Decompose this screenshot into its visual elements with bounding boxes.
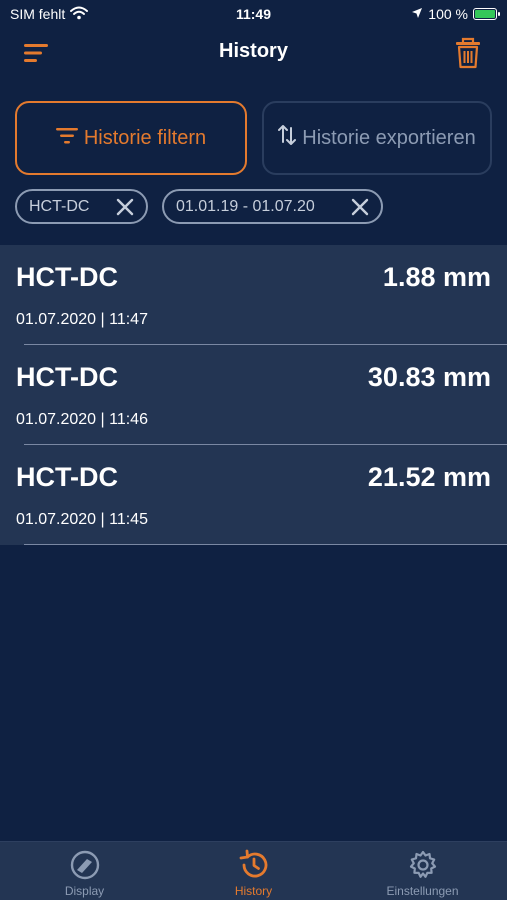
measurement-device: HCT-DC xyxy=(16,462,118,492)
list-item[interactable]: HCT-DC 21.52 mm 01.07.2020 | 11:45 xyxy=(0,445,507,545)
filter-chip-label: 01.01.19 - 01.07.20 xyxy=(176,197,315,215)
measurement-device: HCT-DC xyxy=(16,262,118,292)
sort-arrows-icon xyxy=(278,124,297,152)
divider xyxy=(24,544,507,545)
filter-chip-label: HCT-DC xyxy=(29,197,90,215)
measurement-value: 30.83 mm xyxy=(367,362,491,392)
wifi-icon xyxy=(70,6,89,23)
page-title: History xyxy=(219,40,288,62)
measurement-value: 21.52 mm xyxy=(367,462,491,492)
filter-chip-device: HCT-DC xyxy=(15,189,148,224)
export-history-button[interactable]: Historie exportieren xyxy=(262,101,492,175)
status-right: 100 % xyxy=(411,6,500,22)
tab-bar: Display History Einstellungen xyxy=(0,841,507,900)
close-icon[interactable] xyxy=(351,198,369,216)
measurement-value: 1.88 mm xyxy=(382,262,491,292)
status-left: SIM fehlt xyxy=(10,6,89,23)
location-arrow-icon xyxy=(411,6,423,22)
list-item[interactable]: HCT-DC 30.83 mm 01.07.2020 | 11:46 xyxy=(0,345,507,445)
measurement-timestamp: 01.07.2020 | 11:47 xyxy=(16,311,148,328)
measurement-timestamp: 01.07.2020 | 11:46 xyxy=(16,411,148,428)
measurement-timestamp: 01.07.2020 | 11:45 xyxy=(16,511,148,528)
close-icon[interactable] xyxy=(116,198,134,216)
list-item[interactable]: HCT-DC 1.88 mm 01.07.2020 | 11:47 xyxy=(0,245,507,345)
tab-label: History xyxy=(234,884,273,898)
tab-settings[interactable]: Einstellungen xyxy=(338,842,507,900)
export-history-label: Historie exportieren xyxy=(302,126,476,149)
trash-icon[interactable] xyxy=(452,36,484,70)
tab-label: Einstellungen xyxy=(386,884,459,898)
status-bar: SIM fehlt 11:49 100 % xyxy=(0,0,507,28)
nav-bar: History xyxy=(0,28,507,78)
filter-history-label: Historie filtern xyxy=(83,126,207,149)
tab-history[interactable]: History xyxy=(169,842,338,900)
battery-icon xyxy=(473,8,500,20)
tab-label: Display xyxy=(64,884,105,898)
history-clock-icon xyxy=(238,849,270,881)
battery-percent: 100 % xyxy=(428,6,468,22)
tab-display[interactable]: Display xyxy=(0,842,169,900)
filter-chip-date-range: 01.01.19 - 01.07.20 xyxy=(162,189,383,224)
measurement-device: HCT-DC xyxy=(16,362,118,392)
filter-history-button[interactable]: Historie filtern xyxy=(15,101,247,175)
filter-icon xyxy=(55,127,78,150)
carrier-label: SIM fehlt xyxy=(10,6,66,22)
caliper-gauge-icon xyxy=(69,849,101,881)
gear-icon xyxy=(407,849,439,881)
history-list: HCT-DC 1.88 mm 01.07.2020 | 11:47 HCT-DC… xyxy=(0,245,507,545)
